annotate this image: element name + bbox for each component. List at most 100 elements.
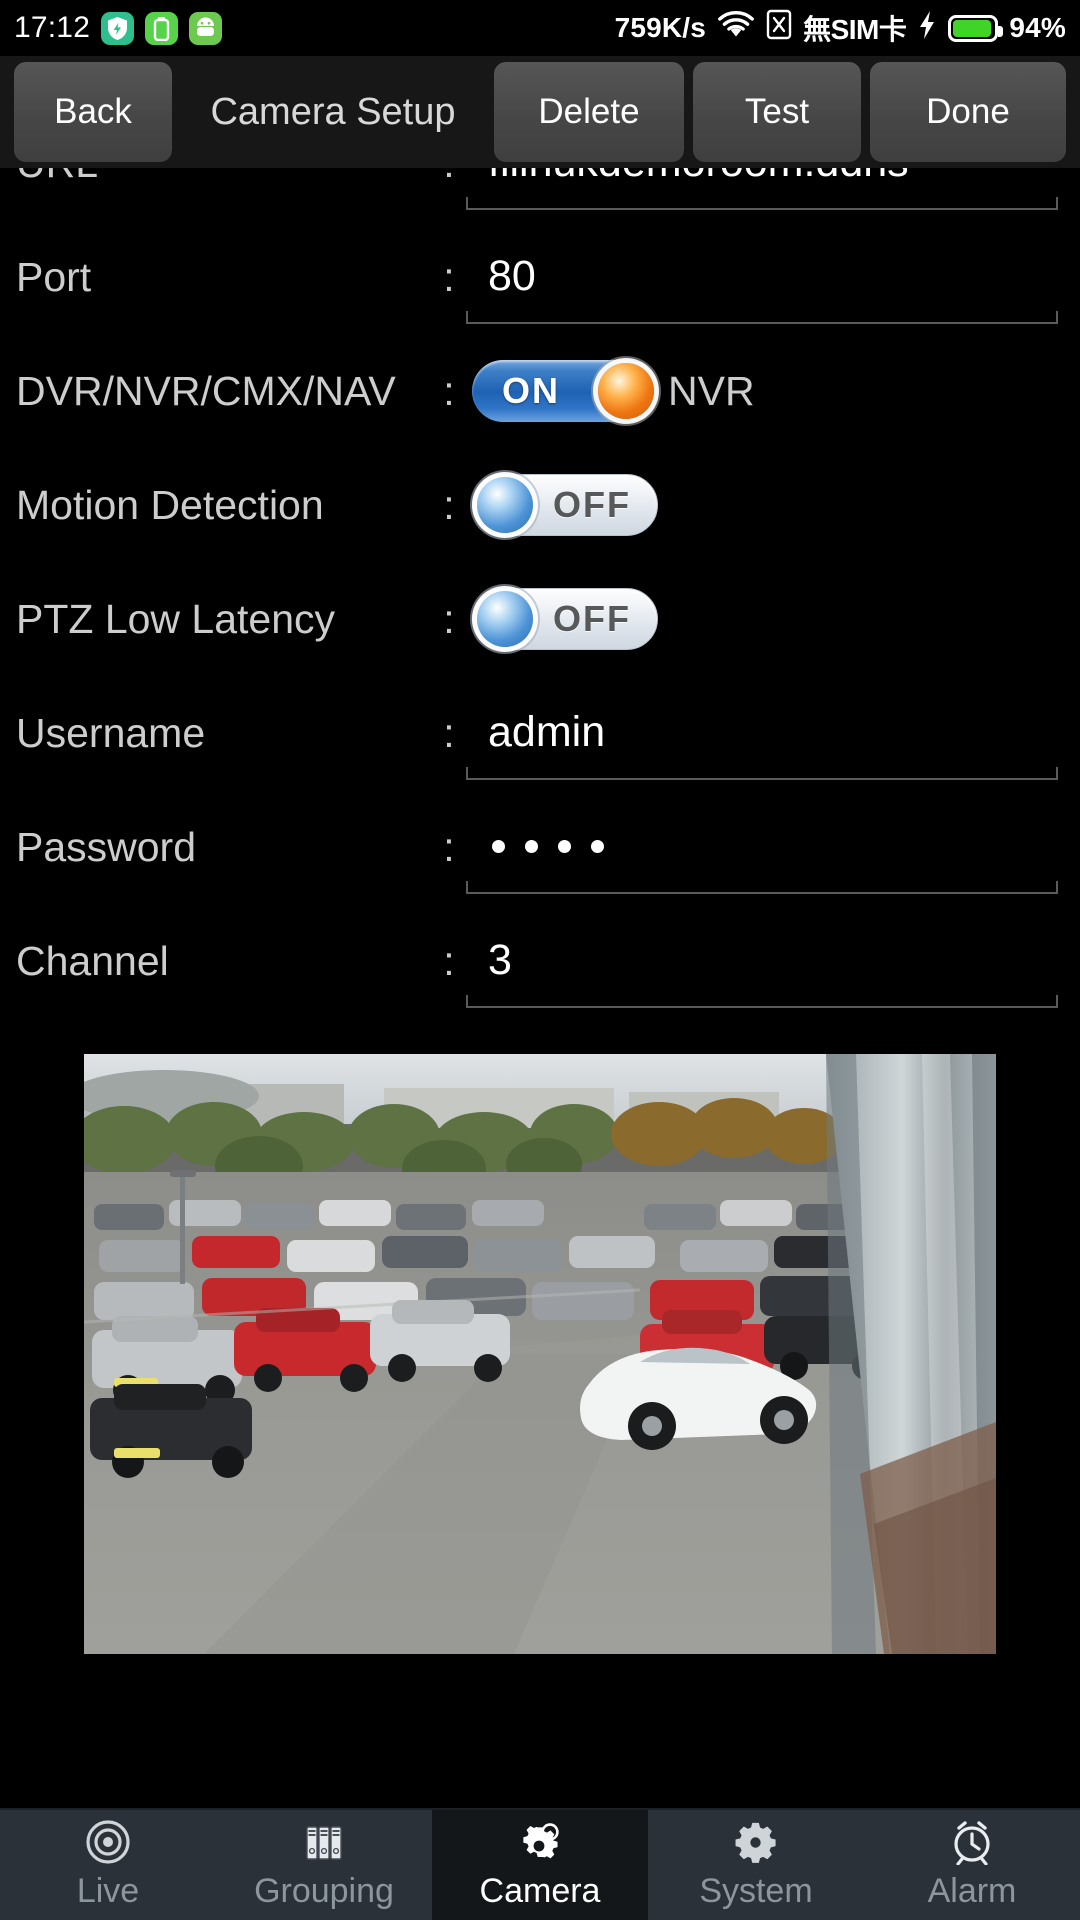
row-colon: : [443, 938, 455, 984]
ptz-low-latency-value-cell: OFF [466, 588, 1080, 650]
password-dot [591, 839, 604, 853]
back-button[interactable]: Back [14, 62, 172, 162]
url-label: URL [0, 168, 432, 194]
shield-bolt-icon [101, 11, 135, 45]
charging-bolt-icon [917, 10, 937, 47]
gear-icon [733, 1819, 779, 1865]
form-row-device-type: DVR/NVR/CMX/NAV : ON NVR [0, 360, 1080, 474]
page-title: Camera Setup [210, 90, 456, 133]
camera-preview-image[interactable] [84, 1054, 996, 1654]
motion-detection-value-cell: OFF [466, 474, 1080, 536]
row-colon: : [443, 482, 455, 528]
port-input-text: 80 [488, 252, 536, 300]
device-type-toggle[interactable]: ON [472, 360, 658, 422]
device-type-suffix: NVR [668, 368, 755, 414]
port-value-cell: 80 [466, 246, 1080, 324]
ptz-low-latency-toggle-label: OFF [553, 598, 631, 639]
row-colon: : [443, 368, 455, 414]
row-colon: : [443, 254, 455, 300]
device-type-toggle-label: ON [502, 370, 560, 411]
url-underline [466, 197, 1058, 210]
nav-item-live[interactable]: Live [0, 1810, 216, 1920]
channel-label: Channel [16, 938, 169, 984]
url-input[interactable]: fiiinukdemoroom.ddns [466, 168, 1058, 210]
form-row-password: Password : [0, 816, 1080, 930]
nav-label-live: Live [76, 1872, 140, 1910]
motion-detection-label: Motion Detection [16, 482, 324, 528]
status-bar: 17:12 759K/s 無SIM卡 94% [0, 0, 1080, 56]
no-sim-text: 無SIM卡 [803, 14, 907, 45]
status-clock: 17:12 [14, 11, 91, 44]
nav-item-alarm[interactable]: Alarm [864, 1810, 1080, 1920]
status-bar-right: 759K/s 無SIM卡 94% [615, 8, 1066, 48]
wifi-icon [717, 10, 755, 46]
port-label: Port [16, 254, 92, 300]
ptz-low-latency-label: PTZ Low Latency [16, 596, 336, 642]
nav-label-system: System [699, 1872, 813, 1910]
username-input-text: admin [488, 708, 606, 756]
username-label: Username [16, 710, 206, 756]
password-underline [466, 881, 1058, 894]
folders-icon [301, 1819, 347, 1865]
form-row-username: Username : admin [0, 702, 1080, 816]
battery-percent-text: 94% [1009, 12, 1066, 43]
row-colon: : [432, 168, 466, 194]
toggle-knob [477, 591, 533, 647]
username-value-cell: admin [466, 702, 1080, 780]
row-colon: : [443, 596, 455, 642]
channel-input[interactable]: 3 [466, 930, 1058, 1008]
nav-item-grouping[interactable]: Grouping [216, 1810, 432, 1920]
target-icon [85, 1819, 131, 1865]
password-value-cell [466, 816, 1080, 894]
channel-value-cell: 3 [466, 930, 1080, 1008]
nav-item-camera[interactable]: Camera [432, 1810, 648, 1920]
sim-x-icon [766, 9, 792, 47]
password-input[interactable] [466, 816, 1058, 894]
camera-preview-svg [84, 1054, 996, 1654]
nav-label-grouping: Grouping [254, 1872, 394, 1910]
motion-detection-toggle-label: OFF [553, 484, 631, 525]
test-button[interactable]: Test [693, 62, 861, 162]
username-input[interactable]: admin [466, 702, 1058, 780]
form-row-motion-detection: Motion Detection : OFF [0, 474, 1080, 588]
password-masked-dots [466, 816, 1058, 876]
row-colon: : [443, 710, 455, 756]
settings-scroll-area[interactable]: URL : fiiinukdemoroom.ddns Port : 80 [0, 168, 1080, 1808]
device-type-label: DVR/NVR/CMX/NAV [16, 368, 396, 414]
form-row-ptz-low-latency: PTZ Low Latency : OFF [0, 588, 1080, 702]
url-value-cell: fiiinukdemoroom.ddns [466, 168, 1080, 210]
nav-item-system[interactable]: System [648, 1810, 864, 1920]
device-type-toggle-wrap: ON NVR [466, 360, 1058, 422]
password-label: Password [16, 824, 197, 870]
form-row-port: Port : 80 [0, 246, 1080, 360]
channel-underline [466, 995, 1058, 1008]
ptz-low-latency-toggle-wrap: OFF [466, 588, 1058, 650]
username-underline [466, 767, 1058, 780]
url-input-text: fiiinukdemoroom.ddns [466, 168, 1058, 192]
device-type-value-cell: ON NVR [466, 360, 1080, 422]
motion-detection-toggle[interactable]: OFF [472, 474, 658, 536]
gear-camera-icon [517, 1819, 563, 1865]
toggle-knob [598, 363, 654, 419]
battery-icon [948, 14, 1004, 42]
port-input[interactable]: 80 [466, 246, 1058, 324]
network-speed-text: 759K/s [614, 12, 707, 43]
channel-input-text: 3 [488, 936, 512, 984]
form-row-url: URL : fiiinukdemoroom.ddns [0, 168, 1080, 246]
battery-app-icon [145, 11, 179, 45]
app-screen: 17:12 759K/s 無SIM卡 94% Back Camera Setup… [0, 0, 1080, 1920]
delete-button[interactable]: Delete [494, 62, 684, 162]
alarm-clock-icon [949, 1819, 995, 1865]
done-button[interactable]: Done [870, 62, 1066, 162]
camera-setup-form: URL : fiiinukdemoroom.ddns Port : 80 [0, 168, 1080, 1654]
android-robot-icon [189, 11, 223, 45]
password-dot [558, 839, 571, 853]
password-dot [492, 839, 505, 853]
nav-label-alarm: Alarm [927, 1872, 1017, 1910]
motion-detection-toggle-wrap: OFF [466, 474, 1058, 536]
nav-label-camera: Camera [479, 1872, 601, 1910]
row-colon: : [443, 824, 455, 870]
ptz-low-latency-toggle[interactable]: OFF [472, 588, 658, 650]
top-toolbar: Back Camera Setup Delete Test Done [0, 56, 1080, 168]
form-row-channel: Channel : 3 [0, 930, 1080, 1044]
